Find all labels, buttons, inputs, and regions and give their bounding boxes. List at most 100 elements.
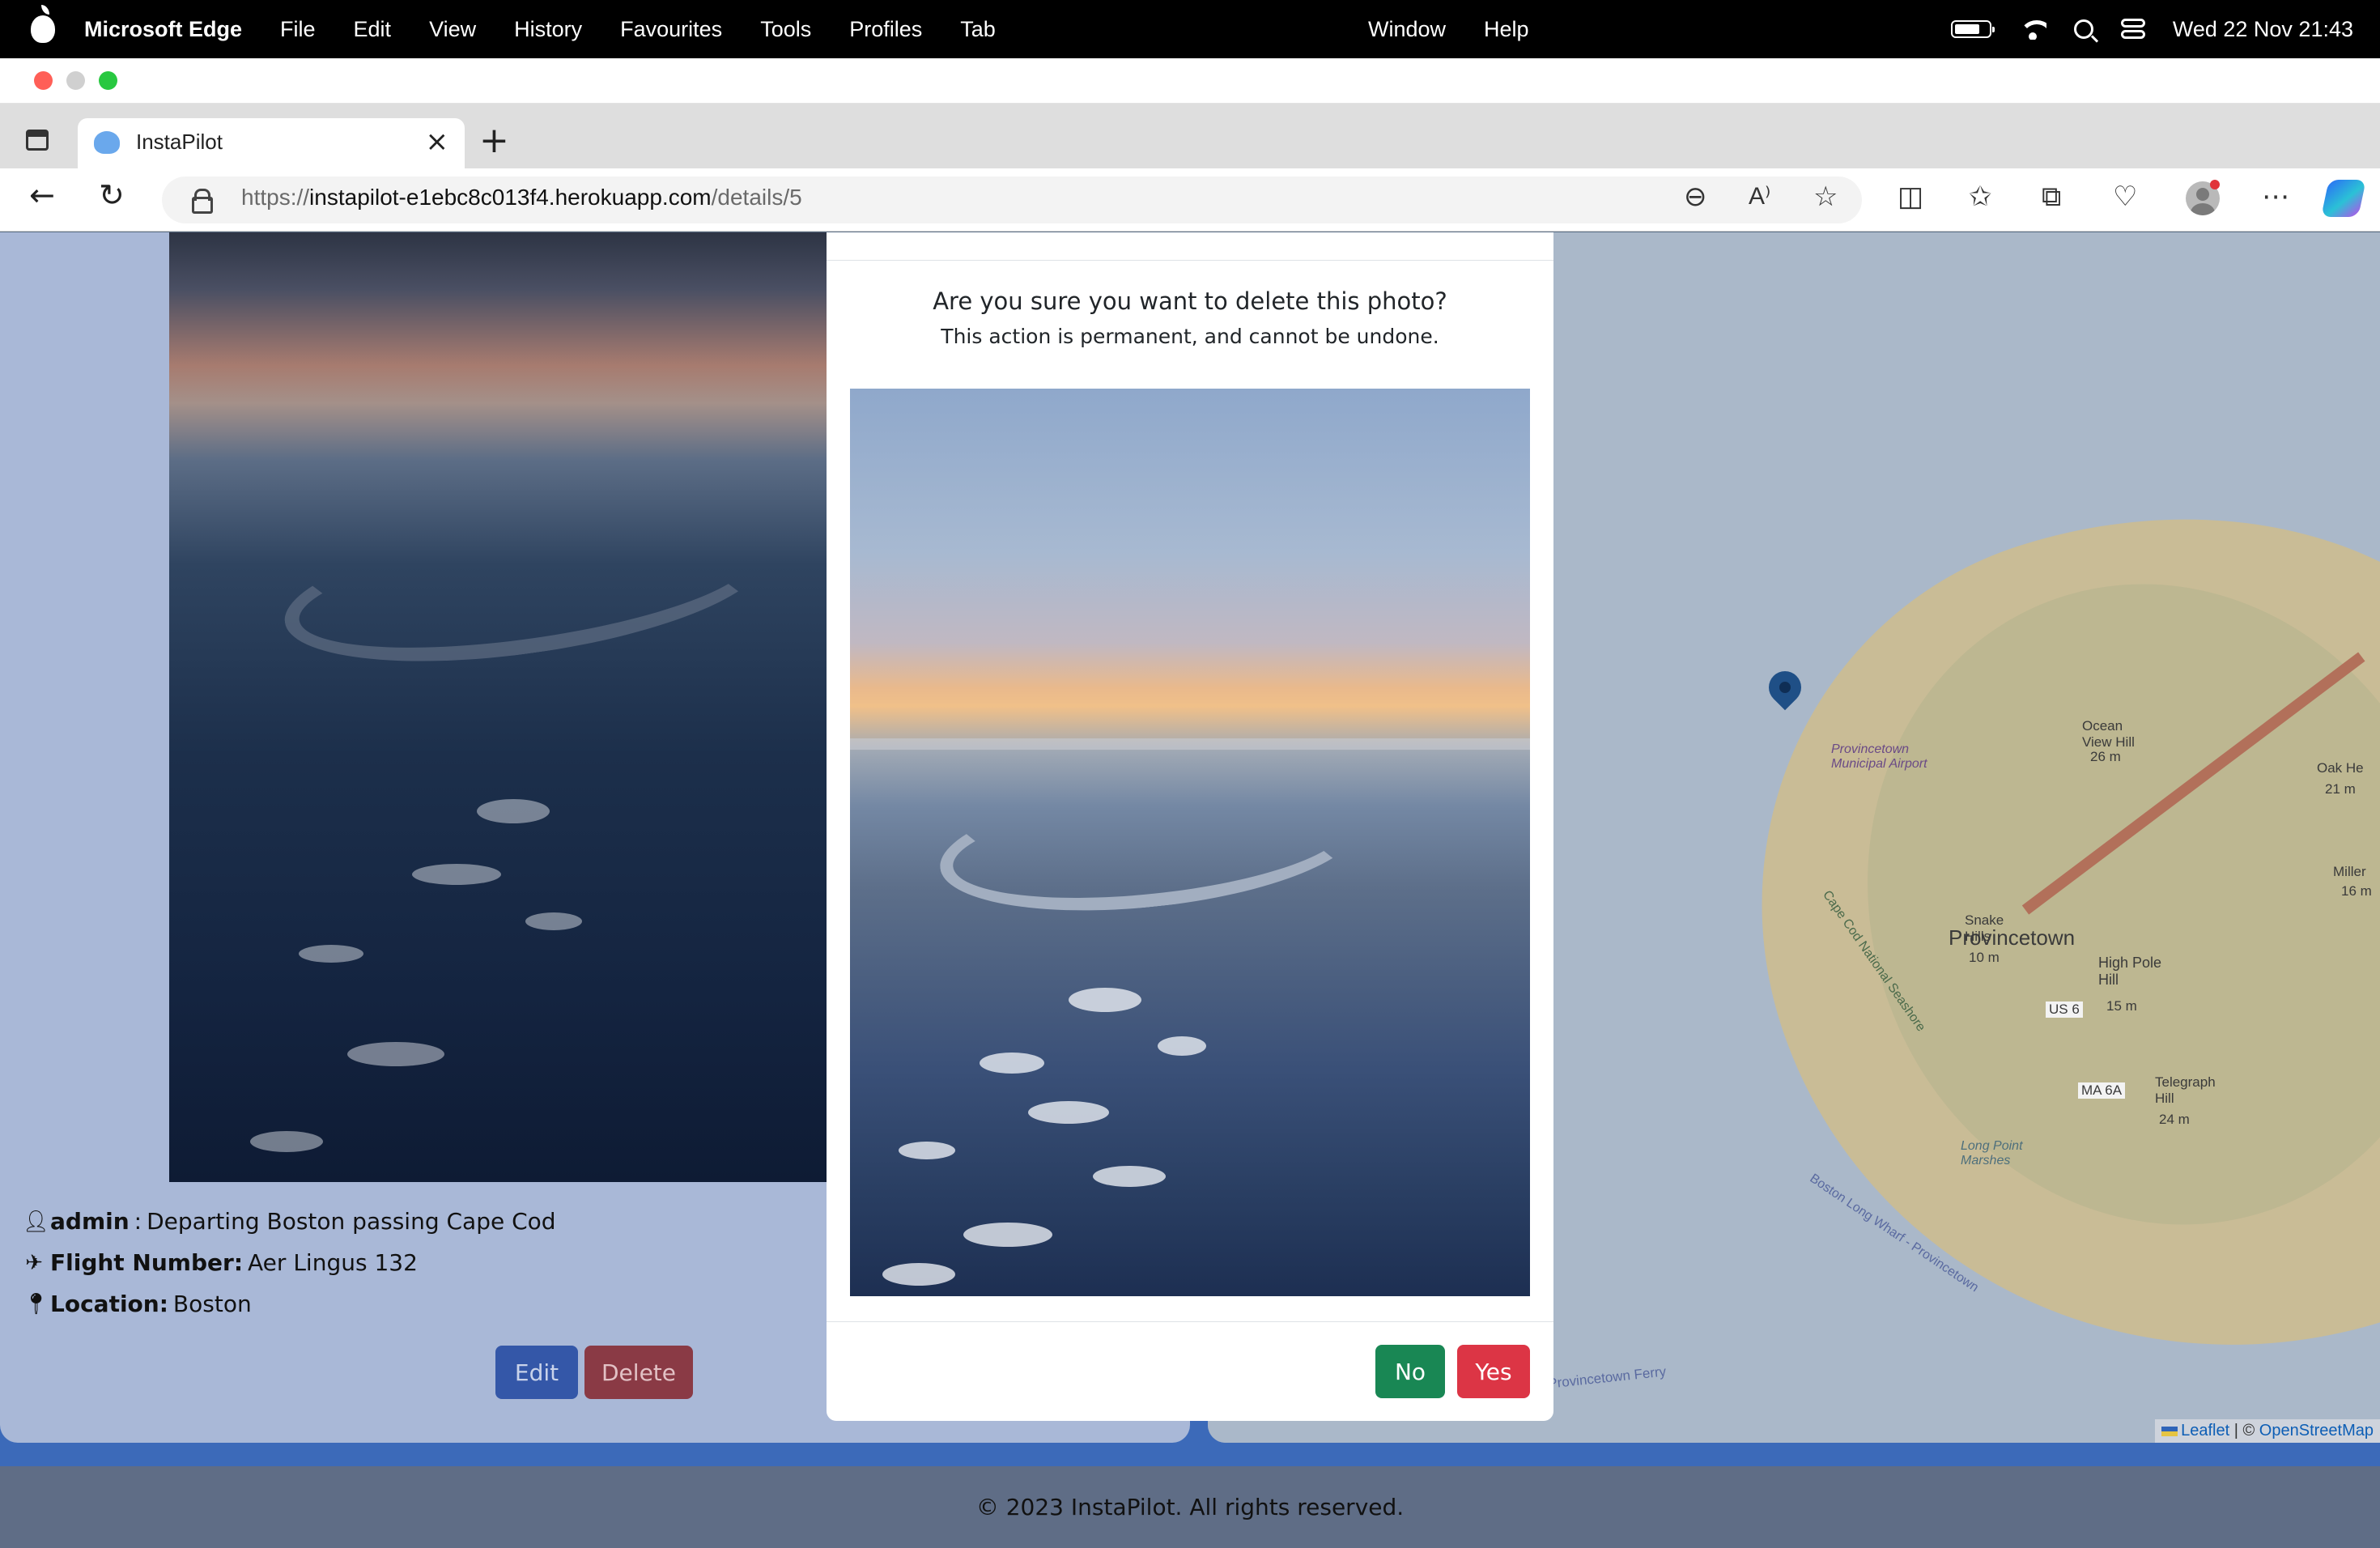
close-tab-icon[interactable]: × (426, 128, 449, 155)
menu-tab[interactable]: Tab (960, 17, 996, 42)
close-window-button[interactable] (34, 71, 53, 90)
map-label-snake-hills: Snake Hills (1965, 912, 2004, 944)
map-label-telegraph-height: 24 m (2159, 1112, 2190, 1127)
cloud (299, 945, 363, 963)
footer-copyright: © 2023 InstaPilot. All rights reserved. (975, 1494, 1405, 1520)
footer: © 2023 InstaPilot. All rights reserved. (0, 1466, 2380, 1548)
menu-view[interactable]: View (429, 17, 476, 42)
map-label-ocean-view-height: 26 m (2090, 749, 2121, 764)
url-scheme: https:// (241, 185, 310, 210)
cloud (1028, 1101, 1109, 1124)
menu-favourites[interactable]: Favourites (620, 17, 722, 42)
map-label-telegraph: Telegraph Hill (2155, 1074, 2216, 1106)
map-label-ma6a: MA 6A (2078, 1082, 2126, 1099)
location-pin-icon: 📍︎ (23, 1291, 50, 1316)
modal-question: Are you sure you want to delete this pho… (933, 287, 1447, 315)
control-center-icon[interactable] (2120, 19, 2145, 40)
delete-confirmation-modal: Are you sure you want to delete this pho… (827, 232, 1553, 1421)
more-options-icon[interactable]: ⋯ (2262, 183, 2289, 211)
plane-icon: ✈ (25, 1250, 43, 1275)
map-label-snake-hills-height: 10 m (1969, 950, 2000, 965)
map-label-oak-height: 21 m (2325, 781, 2356, 797)
tab-actions-icon[interactable] (26, 130, 49, 151)
lock-icon[interactable] (192, 189, 213, 214)
instapilot-favicon-icon (94, 131, 120, 154)
map-label-high-pole: High Pole Hill (2098, 955, 2162, 988)
edit-button[interactable]: Edit (495, 1346, 578, 1399)
map-label-oak: Oak He (2317, 760, 2364, 776)
flight-number: ✈ Flight Number: Aer Lingus 132 (23, 1249, 418, 1276)
menu-clock[interactable]: Wed 22 Nov 21:43 (2173, 17, 2353, 42)
cloud (1093, 1166, 1166, 1187)
minimize-window-button[interactable] (66, 71, 85, 90)
menu-history[interactable]: History (514, 17, 582, 42)
user-icon: 👤︎ (23, 1209, 50, 1234)
location-value: Boston (172, 1291, 252, 1317)
zoom-out-icon[interactable]: ⊖ (1684, 183, 1707, 211)
map-attribution: Leaflet | © OpenStreetMap (2155, 1419, 2380, 1443)
map-label-high-pole-height: 15 m (2106, 998, 2137, 1014)
browser-essentials-icon[interactable]: ♡ (2113, 183, 2137, 211)
ukraine-flag-icon (2161, 1426, 2178, 1436)
cloud (250, 1131, 323, 1152)
post-caption: 👤︎ admin: Departing Boston passing Cape … (23, 1208, 556, 1235)
zoom-window-button[interactable] (99, 71, 117, 90)
leaflet-link[interactable]: Leaflet (2181, 1422, 2229, 1440)
cloud (980, 1053, 1044, 1074)
apple-logo-icon[interactable] (31, 5, 55, 43)
spotlight-search-icon[interactable] (2073, 19, 2093, 39)
location-label: Location: (50, 1291, 168, 1317)
modal-footer-divider (827, 1321, 1553, 1322)
cloud (899, 1142, 955, 1159)
flight-value: Aer Lingus 132 (248, 1249, 418, 1276)
cape-cod-shape (933, 763, 1366, 929)
menu-window[interactable]: Window (1368, 17, 1446, 42)
menu-edit[interactable]: Edit (354, 17, 392, 42)
openstreetmap-link[interactable]: OpenStreetMap (2259, 1422, 2374, 1440)
horizon-band (850, 738, 1530, 750)
cloud (963, 1223, 1052, 1247)
post-caption-text: Departing Boston passing Cape Cod (147, 1208, 556, 1235)
favorite-star-icon[interactable]: ☆ (1813, 183, 1838, 211)
new-tab-icon[interactable]: + (479, 123, 509, 159)
battery-icon[interactable] (1950, 20, 1995, 38)
menu-app-name[interactable]: Microsoft Edge (84, 17, 242, 42)
menu-profiles[interactable]: Profiles (849, 17, 922, 42)
split-screen-icon[interactable]: ◫ (1898, 183, 1923, 211)
flight-label: Flight Number: (50, 1249, 244, 1276)
no-button[interactable]: No (1375, 1345, 1445, 1398)
collections-icon[interactable]: ⧉ (2042, 183, 2061, 211)
tab-instapilot[interactable]: InstaPilot × (78, 118, 465, 168)
cloud (347, 1042, 444, 1066)
location: 📍︎ Location: Boston (23, 1291, 252, 1317)
cloud (525, 912, 582, 930)
yes-button[interactable]: Yes (1457, 1345, 1530, 1398)
url-text[interactable]: https://instapilot-e1ebc8c013f4.herokuap… (241, 185, 802, 211)
refresh-icon[interactable]: ↻ (99, 180, 125, 211)
cloud (477, 799, 550, 823)
modal-header-divider (827, 260, 1553, 261)
map-label-ocean-view: Ocean View Hill (2082, 718, 2135, 750)
wifi-icon[interactable] (2018, 19, 2046, 40)
post-user: admin (50, 1208, 130, 1235)
back-arrow-icon[interactable]: ← (29, 180, 55, 211)
map-label-us6: US 6 (2046, 1002, 2083, 1018)
url-path: /details/5 (711, 185, 802, 210)
delete-button[interactable]: Delete (584, 1346, 693, 1399)
map-label-long-point: Long Point Marshes (1961, 1139, 2023, 1167)
macos-menu-bar: Microsoft Edge File Edit View History Fa… (0, 0, 2380, 58)
cloud (1069, 988, 1141, 1012)
cape-cod-shape (275, 491, 776, 687)
cloud (882, 1263, 955, 1286)
url-host: instapilot-e1ebc8c013f4.herokuapp.com (309, 185, 712, 210)
map-label-miller-height: 16 m (2341, 883, 2372, 899)
map-label-airport: Provincetown Municipal Airport (1831, 742, 1927, 771)
favorites-icon[interactable]: ✩ (1969, 183, 1992, 211)
profile-notification-dot (2210, 180, 2220, 189)
cloud (1158, 1036, 1206, 1056)
menu-help[interactable]: Help (1484, 17, 1529, 42)
menu-tools[interactable]: Tools (760, 17, 811, 42)
read-aloud-icon[interactable]: A⁾ (1749, 185, 1770, 209)
modal-subtext: This action is permanent, and cannot be … (941, 325, 1439, 348)
menu-file[interactable]: File (280, 17, 316, 42)
